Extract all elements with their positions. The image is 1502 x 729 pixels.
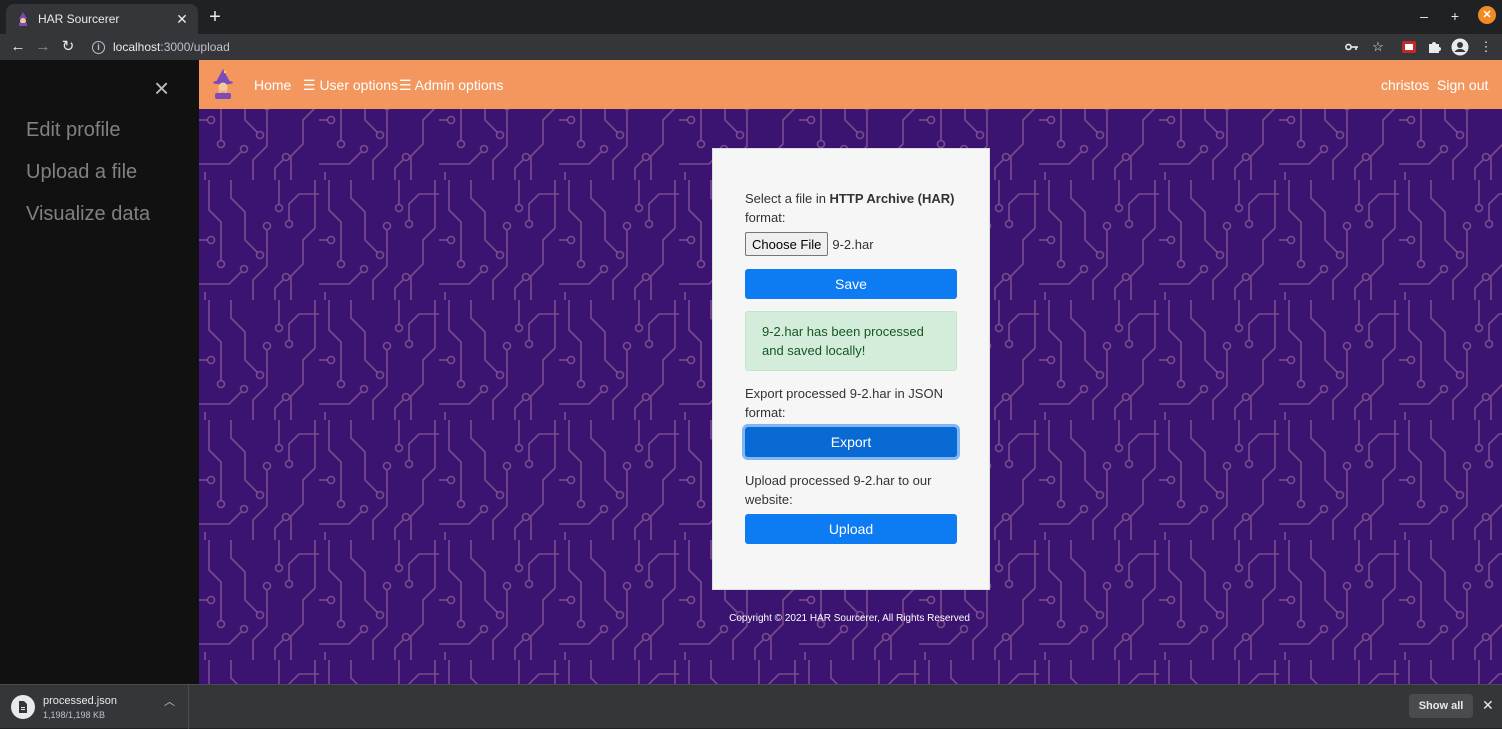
new-tab-icon[interactable]: + (205, 7, 225, 27)
downloads-shelf: processed.json 1,198/1,198 KB ︿ Show all… (0, 684, 1502, 729)
file-input[interactable]: Choose File 9-2.har (745, 232, 874, 256)
forward-icon[interactable]: → (33, 37, 53, 57)
file-icon (11, 695, 35, 719)
footer-copyright: Copyright © 2021 HAR Sourcerer, All Righ… (729, 613, 970, 624)
upload-label: Upload processed 9-2.har to our website: (745, 473, 932, 507)
choose-file-button[interactable]: Choose File (745, 232, 829, 256)
wizard-favicon-icon (16, 12, 30, 26)
window-close-icon[interactable]: ✕ (1478, 6, 1496, 24)
sidebar-close-icon[interactable]: × (154, 74, 169, 102)
show-all-button[interactable]: Show all (1409, 694, 1473, 718)
maximize-icon[interactable]: + (1447, 8, 1463, 24)
nav-home-link[interactable]: Home (254, 77, 291, 93)
chevron-up-icon[interactable]: ︿ (164, 693, 175, 709)
menu-icon[interactable]: ⋮ (1477, 38, 1495, 56)
extension-red-icon[interactable] (1400, 38, 1418, 56)
side-navigation: × Edit profile Upload a file Visualize d… (0, 60, 199, 684)
wizard-logo-icon[interactable] (209, 69, 237, 99)
select-file-label: Select a file in HTTP Archive (HAR) form… (745, 191, 955, 225)
export-button[interactable]: Export (745, 427, 957, 457)
nav-sign-out-link[interactable]: Sign out (1437, 77, 1488, 93)
reload-icon[interactable]: ↻ (58, 37, 78, 57)
minimize-icon[interactable]: – (1416, 8, 1432, 24)
profile-icon[interactable] (1451, 38, 1469, 56)
key-icon[interactable] (1343, 38, 1361, 56)
tab-title: HAR Sourcerer (38, 12, 120, 26)
sidebar-item-edit-profile[interactable]: Edit profile (26, 119, 121, 142)
browser-tabstrip: HAR Sourcerer ✕ + – + ✕ (0, 0, 1502, 34)
download-size: 1,198/1,198 KB (43, 709, 106, 720)
nav-username-link[interactable]: christos (1381, 77, 1429, 93)
top-navbar: Home ☰ User options ☰ Admin options chri… (199, 60, 1502, 109)
sidebar-item-visualize-data[interactable]: Visualize data (26, 203, 150, 226)
browser-tab[interactable]: HAR Sourcerer ✕ (6, 4, 198, 34)
upload-card: Select a file in HTTP Archive (HAR) form… (712, 148, 990, 590)
download-item[interactable]: processed.json 1,198/1,198 KB (8, 691, 188, 723)
close-shelf-icon[interactable]: ✕ (1482, 697, 1494, 714)
nav-admin-options-link[interactable]: ☰ Admin options (399, 77, 503, 94)
download-file-name: processed.json (43, 694, 117, 707)
selected-file-name: 9-2.har (832, 236, 874, 252)
tab-close-icon[interactable]: ✕ (174, 11, 190, 28)
info-icon[interactable]: i (92, 40, 105, 54)
star-icon[interactable]: ☆ (1369, 38, 1387, 56)
browser-toolbar: ← → ↻ i localhost:3000/upload ☆ ⋮ (0, 34, 1502, 60)
divider (188, 685, 189, 729)
url-text: localhost:3000/upload (113, 40, 230, 54)
sidebar-item-upload-file[interactable]: Upload a file (26, 161, 137, 184)
page-content: Home ☰ User options ☰ Admin options chri… (199, 60, 1502, 684)
puzzle-icon[interactable] (1425, 38, 1443, 56)
back-icon[interactable]: ← (8, 37, 28, 57)
save-button[interactable]: Save (745, 269, 957, 299)
export-label: Export processed 9-2.har in JSON format: (745, 386, 943, 420)
success-alert: 9-2.har has been processed and saved loc… (745, 311, 957, 371)
upload-button[interactable]: Upload (745, 514, 957, 544)
address-bar[interactable]: i localhost:3000/upload (86, 36, 1396, 58)
nav-user-options-link[interactable]: ☰ User options (303, 77, 398, 94)
